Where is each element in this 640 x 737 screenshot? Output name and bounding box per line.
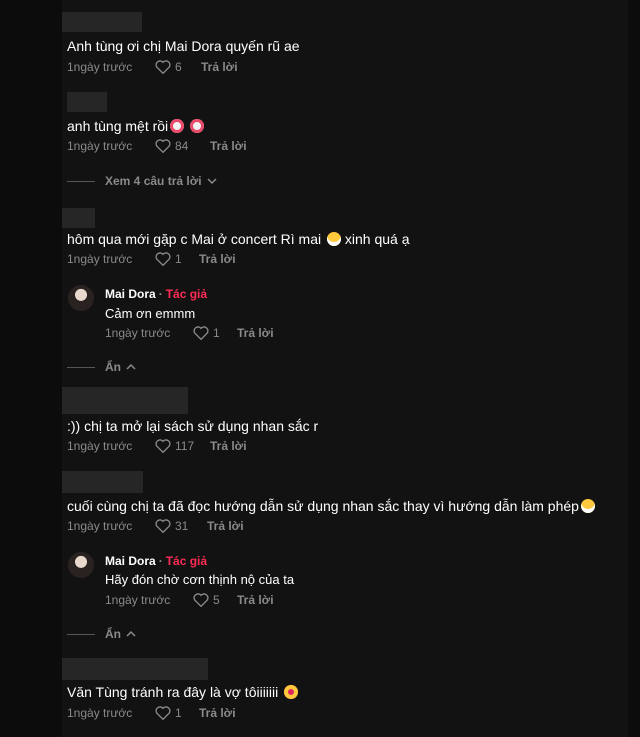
reply-text: Cảm ơn emmm — [105, 306, 196, 321]
like-button[interactable]: 1 — [193, 326, 220, 340]
author-badge: Tác giả — [165, 554, 208, 568]
divider — [67, 633, 95, 635]
heart-icon — [193, 593, 209, 607]
comment-text-body: cuối cùng chị ta đã đọc hướng dẫn sử dụn… — [67, 498, 579, 514]
chevron-down-icon — [207, 174, 217, 188]
avatar[interactable] — [68, 552, 94, 578]
comment-text: cuối cùng chị ta đã đọc hướng dẫn sử dụn… — [67, 498, 595, 514]
like-button[interactable]: 6 — [155, 60, 182, 74]
reply-button[interactable]: Trả lời — [207, 519, 244, 533]
like-button[interactable]: 1 — [155, 252, 182, 266]
like-button[interactable]: 1 — [155, 706, 182, 720]
like-button[interactable]: 117 — [155, 439, 194, 453]
comment-text-body: hôm qua mới gặp c Mai ở concert Rì mai — [67, 231, 322, 247]
clown-emoji-icon — [170, 119, 185, 133]
grin-emoji-icon — [327, 232, 342, 246]
heart-icon — [155, 706, 171, 720]
reply-button[interactable]: Trả lời — [237, 593, 274, 607]
like-count: 6 — [175, 60, 182, 74]
like-count: 117 — [175, 439, 195, 453]
reply-button[interactable]: Trả lời — [201, 60, 238, 74]
reply-time: 1ngày trước — [105, 326, 171, 340]
author-name[interactable]: Mai Dora — [105, 554, 156, 568]
redacted-username — [62, 387, 188, 414]
view-replies-button[interactable]: Xem 4 câu trả lời — [67, 174, 217, 188]
like-button[interactable]: 5 — [193, 593, 220, 607]
author-badge: Tác giả — [165, 287, 208, 301]
redacted-username — [67, 92, 107, 112]
reply-author: Mai Dora · Tác giả — [105, 287, 207, 301]
view-replies-label: Xem 4 câu trả lời — [105, 174, 202, 188]
like-count: 1 — [175, 252, 182, 266]
reply-button[interactable]: Trả lời — [210, 439, 247, 453]
like-count: 31 — [175, 519, 189, 533]
redacted-username — [62, 12, 142, 32]
astonished-emoji-icon — [284, 685, 299, 699]
heart-icon — [155, 139, 171, 153]
comment-time: 1ngày trước — [67, 60, 133, 74]
comment-text: hôm qua mới gặp c Mai ở concert Rì mai x… — [67, 231, 410, 247]
separator: · — [158, 554, 163, 568]
comment-time: 1ngày trước — [67, 519, 133, 533]
reply-author: Mai Dora · Tác giả — [105, 554, 207, 568]
comment-text-body: Văn Tùng tránh ra đây là vợ tôiiiiiii — [67, 684, 279, 700]
reply-button[interactable]: Trả lời — [199, 706, 236, 720]
like-count: 84 — [175, 139, 189, 153]
comment-text: :)) chị ta mở lại sách sử dụng nhan sắc … — [67, 418, 319, 434]
avatar[interactable] — [68, 285, 94, 311]
left-edge — [0, 0, 62, 737]
divider — [67, 180, 95, 182]
redacted-username — [62, 208, 95, 228]
grin-emoji-icon — [580, 499, 595, 513]
comment-time: 1ngày trước — [67, 439, 133, 453]
hide-replies-button[interactable]: Ẩn — [67, 627, 136, 641]
hide-label: Ẩn — [105, 627, 121, 641]
heart-icon — [155, 60, 171, 74]
like-button[interactable]: 84 — [155, 139, 188, 153]
reply-button[interactable]: Trả lời — [210, 139, 247, 153]
chevron-up-icon — [126, 627, 136, 641]
comment-text: Văn Tùng tránh ra đây là vợ tôiiiiiii — [67, 684, 299, 700]
like-count: 1 — [213, 326, 220, 340]
reply-time: 1ngày trước — [105, 593, 171, 607]
hide-replies-button[interactable]: Ẩn — [67, 360, 136, 374]
redacted-username — [62, 658, 208, 680]
like-count: 5 — [213, 593, 220, 607]
comment-text: Anh tùng ơi chị Mai Dora quyến rũ ae — [67, 38, 300, 54]
reply-text: Hãy đón chờ cơn thịnh nộ của ta — [105, 572, 295, 587]
comment-time: 1ngày trước — [67, 252, 133, 266]
comment-text-body: anh tùng mệt rồi — [67, 118, 169, 134]
heart-icon — [155, 519, 171, 533]
comment-text-end: xinh quá ạ — [344, 231, 410, 247]
heart-icon — [155, 439, 171, 453]
comment-time: 1ngày trước — [67, 706, 133, 720]
reply-button[interactable]: Trả lời — [199, 252, 236, 266]
like-count: 1 — [175, 706, 182, 720]
separator: · — [158, 287, 163, 301]
redacted-username — [62, 471, 143, 493]
comment-time: 1ngày trước — [67, 139, 133, 153]
hide-label: Ẩn — [105, 360, 121, 374]
clown-emoji-icon — [190, 119, 205, 133]
heart-icon — [155, 252, 171, 266]
right-edge — [628, 0, 640, 737]
divider — [67, 366, 95, 368]
chevron-up-icon — [126, 360, 136, 374]
author-name[interactable]: Mai Dora — [105, 287, 156, 301]
comment-text: anh tùng mệt rồi — [67, 118, 205, 134]
reply-button[interactable]: Trả lời — [237, 326, 274, 340]
like-button[interactable]: 31 — [155, 519, 188, 533]
heart-icon — [193, 326, 209, 340]
